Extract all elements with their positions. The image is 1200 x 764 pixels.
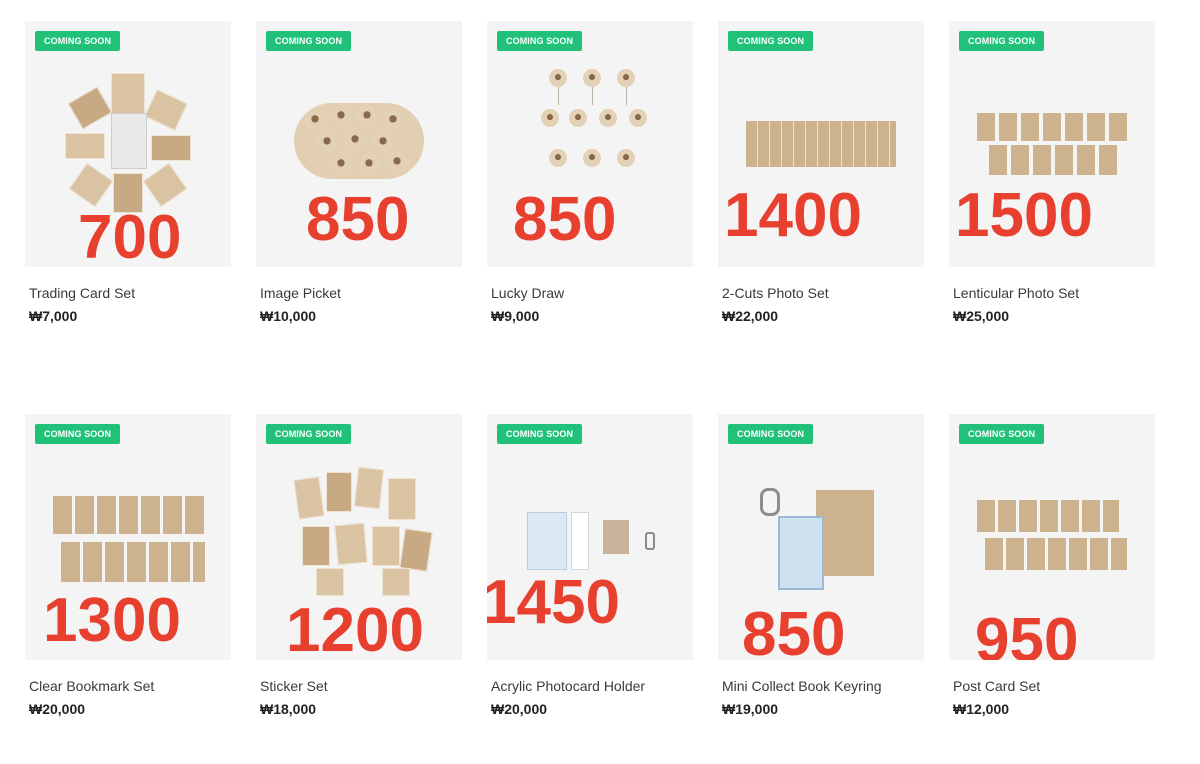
coming-soon-badge: COMING SOON [728, 424, 814, 444]
product-card-lenticular-photo-set[interactable]: COMING SOON 1500 Lenticular Photo Set ₩2… [949, 21, 1155, 324]
product-price: ₩20,000 [491, 701, 548, 717]
product-image[interactable]: COMING SOON 950 [949, 414, 1155, 660]
product-image[interactable]: COMING SOON 1450 [487, 414, 693, 660]
product-card-2-cuts-photo-set[interactable]: COMING SOON 1400 2-Cuts Photo Set ₩22,00… [718, 21, 924, 324]
overlay-price: 950 [975, 606, 1079, 661]
coming-soon-badge: COMING SOON [497, 424, 583, 444]
coming-soon-badge: COMING SOON [959, 31, 1045, 51]
coming-soon-badge: COMING SOON [266, 424, 352, 444]
bookmark-art [53, 496, 205, 586]
product-price: ₩19,000 [722, 701, 779, 717]
product-card-sticker-set[interactable]: COMING SOON 1200 Sticker Set ₩18,000 [256, 414, 462, 717]
overlay-price: 1200 [286, 596, 424, 661]
trading-card-art [65, 73, 191, 213]
post-card-art [977, 500, 1127, 570]
product-image[interactable]: COMING SOON 700 [25, 21, 231, 267]
product-image[interactable]: COMING SOON 1400 [718, 21, 924, 267]
overlay-price: 1450 [487, 568, 620, 637]
image-picket-art [294, 97, 424, 193]
product-image[interactable]: COMING SOON 850 [256, 21, 462, 267]
product-card-image-picket[interactable]: COMING SOON 850 Image Picket ₩10,000 [256, 21, 462, 324]
coming-soon-badge: COMING SOON [35, 424, 121, 444]
sticker-art [293, 466, 433, 598]
coming-soon-badge: COMING SOON [35, 31, 121, 51]
overlay-price: 850 [513, 185, 617, 254]
coming-soon-badge: COMING SOON [497, 31, 583, 51]
product-price: ₩18,000 [260, 701, 317, 717]
product-name[interactable]: Post Card Set [953, 678, 1155, 694]
overlay-price: 1400 [724, 181, 862, 250]
product-image[interactable]: COMING SOON 1200 [256, 414, 462, 660]
product-card-lucky-draw[interactable]: COMING SOON 850 Lucky Draw ₩9,000 [487, 21, 693, 324]
product-price: ₩7,000 [29, 308, 78, 324]
product-name[interactable]: Mini Collect Book Keyring [722, 678, 924, 694]
product-image[interactable]: COMING SOON 850 [487, 21, 693, 267]
product-card-clear-bookmark-set[interactable]: COMING SOON 1300 Clear Bookmark Set ₩20,… [25, 414, 231, 717]
overlay-price: 850 [306, 185, 410, 254]
overlay-price: 1500 [955, 181, 1093, 250]
product-image[interactable]: COMING SOON 850 [718, 414, 924, 660]
product-price: ₩9,000 [491, 308, 540, 324]
product-card-trading-card-set[interactable]: COMING SOON 700 Trading Card Set ₩7,000 [25, 21, 231, 324]
coming-soon-badge: COMING SOON [266, 31, 352, 51]
product-name[interactable]: Lucky Draw [491, 285, 693, 301]
lenticular-art [977, 113, 1127, 175]
product-name[interactable]: Clear Bookmark Set [29, 678, 231, 694]
coming-soon-badge: COMING SOON [959, 424, 1045, 444]
overlay-price: 1300 [43, 586, 181, 655]
overlay-price: 700 [78, 203, 182, 268]
product-name[interactable]: 2-Cuts Photo Set [722, 285, 924, 301]
product-name[interactable]: Image Picket [260, 285, 462, 301]
keyring-art [758, 484, 878, 594]
product-name[interactable]: Acrylic Photocard Holder [491, 678, 693, 694]
product-card-acrylic-photocard-holder[interactable]: COMING SOON 1450 Acrylic Photocard Holde… [487, 414, 693, 717]
product-price: ₩20,000 [29, 701, 86, 717]
2-cuts-art [746, 121, 896, 167]
product-card-mini-collect-book-keyring[interactable]: COMING SOON 850 Mini Collect Book Keyrin… [718, 414, 924, 717]
product-name[interactable]: Trading Card Set [29, 285, 231, 301]
product-name[interactable]: Sticker Set [260, 678, 462, 694]
product-image[interactable]: COMING SOON 1300 [25, 414, 231, 660]
product-price: ₩10,000 [260, 308, 317, 324]
overlay-price: 850 [742, 600, 846, 661]
product-price: ₩25,000 [953, 308, 1010, 324]
product-card-post-card-set[interactable]: COMING SOON 950 Post Card Set ₩12,000 [949, 414, 1155, 717]
product-price: ₩22,000 [722, 308, 779, 324]
product-image[interactable]: COMING SOON 1500 [949, 21, 1155, 267]
product-name[interactable]: Lenticular Photo Set [953, 285, 1155, 301]
product-price: ₩12,000 [953, 701, 1010, 717]
coming-soon-badge: COMING SOON [728, 31, 814, 51]
